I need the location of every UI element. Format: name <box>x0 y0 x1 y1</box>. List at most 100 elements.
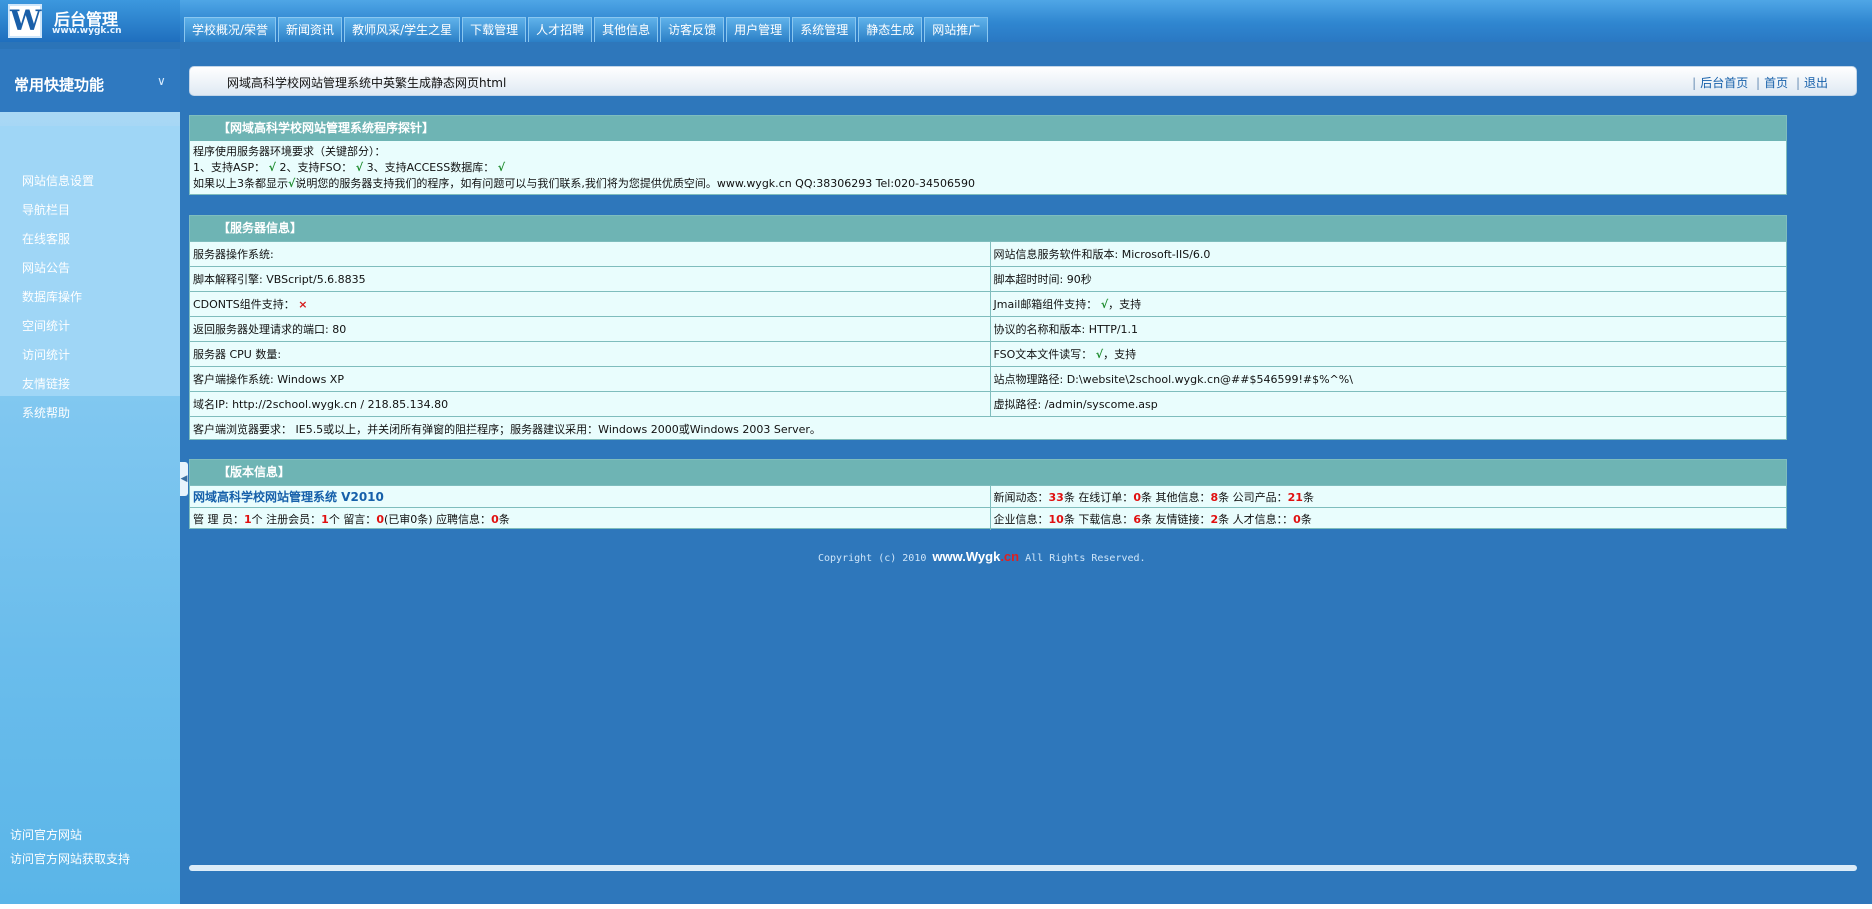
stat-label: 留言： <box>343 512 377 526</box>
version-cell: 网域高科学校网站管理系统 V2010 <box>190 485 991 508</box>
requirement-note: 如果以上3条都显示√说明您的服务器支持我们的程序，如有问题可以与我们联系,我们将… <box>193 176 1783 192</box>
iis-version-cell: 网站信息服务软件和版本: Microsoft-IIS/6.0 <box>990 241 1786 267</box>
sidebar-item-online-service[interactable]: 在线客服 <box>22 230 70 247</box>
stat-unit: 条 <box>1063 512 1075 526</box>
logo: W 后台管理 www.wygk.cn <box>0 0 180 42</box>
fso-label: FSO文本文件读写： <box>993 348 1093 361</box>
stat-unit: 条 <box>1302 490 1314 504</box>
check-icon: √ <box>268 161 276 174</box>
main-nav: 学校概况/荣誉 新闻资讯 教师风采/学生之星 下载管理 人才招聘 其他信息 访客… <box>184 17 989 42</box>
brand-cn: .cn <box>1000 549 1020 564</box>
stats-cell-1: 新闻动态：33条 在线订单：0条 其他信息：8条 公司产品：21条 <box>990 485 1786 508</box>
version-panel-header: 【版本信息】 <box>190 460 1786 485</box>
nav-tab-news[interactable]: 新闻资讯 <box>278 17 343 42</box>
table-row: 网域高科学校网站管理系统 V2010 新闻动态：33条 在线订单：0条 其他信息… <box>190 485 1786 508</box>
virtual-path-cell: 虚拟路径: /admin/syscome.asp <box>990 391 1786 417</box>
support-text: ，支持 <box>1108 298 1142 311</box>
browser-requirement-cell: 客户端浏览器要求： IE5.5或以上，并关闭所有弹窗的阻拦程序；服务器建议采用：… <box>190 416 1786 442</box>
asp-label: 1、支持ASP： <box>193 161 266 174</box>
admin-home-link[interactable]: 后台首页 <box>1700 76 1748 90</box>
stat-value: 1 <box>244 512 252 526</box>
stat-label: 公司产品： <box>1232 490 1288 504</box>
nav-tab-static-generate[interactable]: 静态生成 <box>858 17 923 42</box>
bottom-edge <box>0 904 1872 909</box>
sidebar-item-site-settings[interactable]: 网站信息设置 <box>22 172 94 189</box>
stat-unit: 个 <box>251 512 263 526</box>
check-icon: √ <box>497 161 506 174</box>
nav-tab-teachers-students[interactable]: 教师风采/学生之星 <box>344 17 461 42</box>
stat-value: 0 <box>1133 490 1141 504</box>
official-support-link[interactable]: 访问官方网站获取支持 <box>10 850 130 867</box>
stat-label: 下载信息： <box>1078 512 1134 526</box>
sidebar-item-friend-links[interactable]: 友情链接 <box>22 375 70 392</box>
table-row: 返回服务器处理请求的端口: 80 协议的名称和版本: HTTP/1.1 <box>190 316 1786 342</box>
stat-label: 应聘信息： <box>436 512 492 526</box>
support-text: ，支持 <box>1103 348 1137 361</box>
sidebar-item-help[interactable]: 系统帮助 <box>22 404 70 421</box>
stat-value: 0 <box>376 512 384 526</box>
nav-tab-users[interactable]: 用户管理 <box>726 17 791 42</box>
brand-text: www.Wygk <box>932 549 1001 564</box>
nav-tab-school-overview[interactable]: 学校概况/荣誉 <box>184 17 277 42</box>
logo-url: www.wygk.cn <box>52 26 122 36</box>
nav-tab-other-info[interactable]: 其他信息 <box>594 17 659 42</box>
official-site-link[interactable]: 访问官方网站 <box>10 826 82 843</box>
version-panel: 【版本信息】 网域高科学校网站管理系统 V2010 新闻动态：33条 在线订单：… <box>189 459 1787 530</box>
sidebar-item-database[interactable]: 数据库操作 <box>22 288 82 305</box>
stat-unit: 条 <box>1218 512 1230 526</box>
stat-unit: 条 <box>1063 490 1075 504</box>
nav-tab-system[interactable]: 系统管理 <box>792 17 857 42</box>
bottom-scroll-bar <box>189 865 1857 871</box>
stat-unit: 条 <box>1140 512 1152 526</box>
version-link[interactable]: 网域高科学校网站管理系统 V2010 <box>193 490 384 504</box>
sidebar-item-announcement[interactable]: 网站公告 <box>22 259 70 276</box>
copyright-brand: www.Wygk.cn <box>932 549 1019 564</box>
stat-label: 企业信息： <box>993 512 1049 526</box>
script-timeout-cell: 脚本超时时间: 90秒 <box>990 266 1786 292</box>
nav-tab-recruitment[interactable]: 人才招聘 <box>528 17 593 42</box>
separator: | <box>1795 76 1800 90</box>
probe-panel: 【网域高科学校网站管理系统程序探针】 程序使用服务器环境要求（关键部分）： 1、… <box>189 115 1787 195</box>
domain-ip-cell: 域名IP: http://2school.wygk.cn / 218.85.13… <box>190 391 991 417</box>
nav-tab-promotion[interactable]: 网站推广 <box>924 17 989 42</box>
sidebar-toggle-icon[interactable]: ◀ <box>180 462 188 496</box>
table-row: 客户端操作系统: Windows XP 站点物理路径: D:\website\2… <box>190 366 1786 392</box>
stats-cell-3: 企业信息：10条 下载信息：6条 友情链接：2条 人才信息：：0条 <box>990 507 1786 530</box>
table-row: 服务器 CPU 数量: FSO文本文件读写： √，支持 <box>190 341 1786 367</box>
table-row: 管 理 员：1个 注册会员：1个 留言：0(已审0条) 应聘信息：0条 企业信息… <box>190 507 1786 530</box>
stat-value: 6 <box>1133 512 1141 526</box>
copyright-prefix: Copyright (c) 2010 <box>818 553 927 564</box>
server-info-panel: 【服务器信息】 服务器操作系统: 网站信息服务软件和版本: Microsoft-… <box>189 215 1787 442</box>
protocol-cell: 协议的名称和版本: HTTP/1.1 <box>990 316 1786 342</box>
cross-icon: × <box>298 298 308 311</box>
stat-unit: 条 <box>1218 490 1230 504</box>
fso-cell: FSO文本文件读写： √，支持 <box>990 341 1786 367</box>
jmail-cell: Jmail邮箱组件支持： √，支持 <box>990 291 1786 317</box>
logout-link[interactable]: 退出 <box>1804 76 1828 90</box>
sidebar-item-navigation[interactable]: 导航栏目 <box>22 201 70 218</box>
nav-tab-feedback[interactable]: 访客反馈 <box>660 17 725 42</box>
table-row: 域名IP: http://2school.wygk.cn / 218.85.13… <box>190 391 1786 417</box>
nav-tab-downloads[interactable]: 下载管理 <box>462 17 527 42</box>
sidebar-item-visit-stats[interactable]: 访问统计 <box>22 346 70 363</box>
fso-label: 2、支持FSO： <box>279 161 353 174</box>
stat-label: 其他信息： <box>1155 490 1211 504</box>
physical-path-cell: 站点物理路径: D:\website\2school.wygk.cn@##$54… <box>990 366 1786 392</box>
sidebar: 常用快捷功能 ∨ 网站信息设置 导航栏目 在线客服 网站公告 数据库操作 空间统… <box>0 42 180 904</box>
sidebar-item-space-stats[interactable]: 空间统计 <box>22 317 70 334</box>
chevron-down-icon[interactable]: ∨ <box>157 74 166 88</box>
home-link[interactable]: 首页 <box>1764 76 1788 90</box>
stat-value: 10 <box>1048 512 1064 526</box>
stat-unit: 个 <box>328 512 340 526</box>
cdonts-label: CDONTS组件支持： <box>193 298 295 311</box>
top-bar: W 后台管理 www.wygk.cn 学校概况/荣誉 新闻资讯 教师风采/学生之… <box>0 0 1872 42</box>
title-links: | 后台首页 | 首页 | 退出 <box>1688 74 1828 91</box>
server-info-table: 服务器操作系统: 网站信息服务软件和版本: Microsoft-IIS/6.0 … <box>190 241 1786 442</box>
stat-unit: 条 <box>1140 490 1152 504</box>
stat-label: 注册会员： <box>266 512 322 526</box>
stat-label: 在线订单： <box>1078 490 1134 504</box>
cdonts-cell: CDONTS组件支持： × <box>190 291 991 317</box>
sidebar-header[interactable]: 常用快捷功能 ∨ <box>0 60 180 112</box>
port-cell: 返回服务器处理请求的端口: 80 <box>190 316 991 342</box>
stat-value: 0 <box>1293 512 1301 526</box>
